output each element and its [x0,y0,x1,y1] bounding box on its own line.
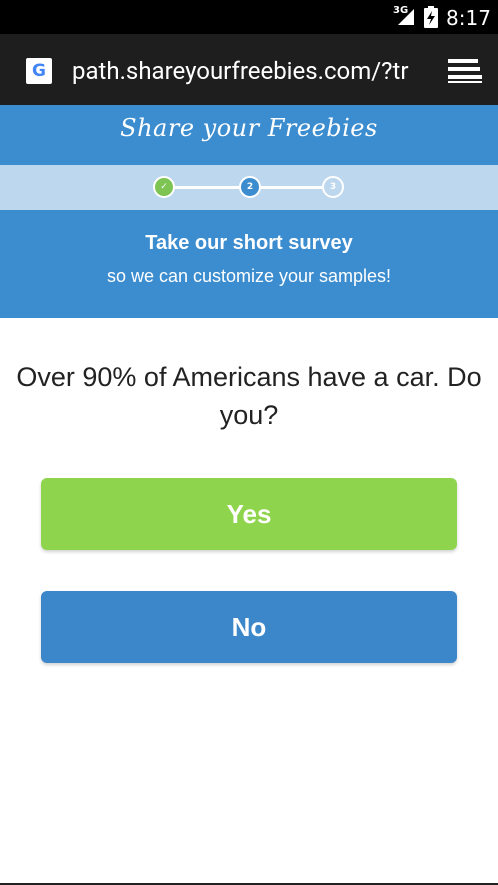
question-text: Over 90% of Americans have a car. Do you… [16,362,482,430]
survey-banner [0,210,498,318]
favicon-letter: G [32,61,46,81]
progress-step-2: 2 [239,176,261,198]
url-bar[interactable]: path.shareyourfreebies.com/?tr [72,57,422,87]
yes-button[interactable]: Yes [41,478,457,550]
status-time: 8:17 [446,6,491,30]
progress-connector [175,186,245,189]
tabs-icon[interactable] [446,56,482,86]
favicon-google-icon: G [26,58,52,84]
survey-title: Take our short survey [145,232,353,254]
battery-charging-icon [424,6,438,28]
progress-connector [259,186,325,189]
status-bar: 3G 8:17 [0,0,498,34]
signal-icon [398,9,414,25]
progress-step-3: 3 [322,176,344,198]
progress-step-1-check-icon: ✓ [153,176,175,198]
survey-subtitle: so we can customize your samples! [106,266,392,286]
no-button[interactable]: No [41,591,457,663]
site-logo: Share your Freebies [120,114,378,142]
